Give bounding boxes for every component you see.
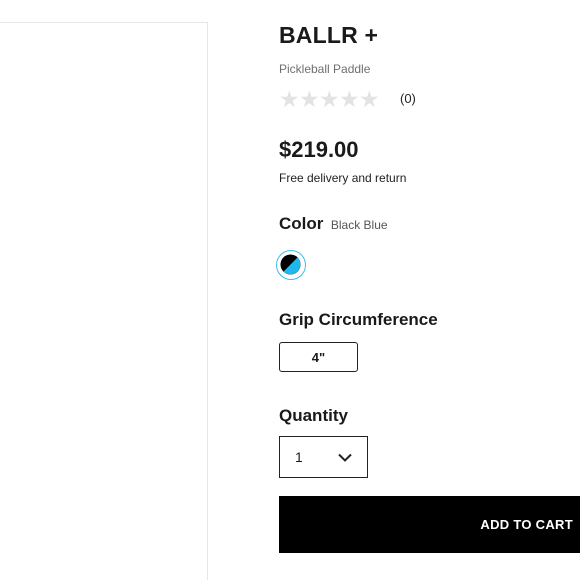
product-price: $219.00	[279, 137, 359, 162]
product-page: BALLR + Pickleball Paddle ★ ★ ★ ★ ★ (0) …	[0, 0, 580, 580]
quantity-select[interactable]: 1	[279, 436, 368, 478]
color-swatch-icon	[280, 254, 301, 275]
add-to-cart-button[interactable]: ADD TO CART	[279, 496, 580, 553]
chevron-down-icon	[338, 453, 352, 462]
delivery-note: Free delivery and return	[279, 171, 407, 185]
star-icon: ★	[279, 86, 300, 112]
rating-stars: ★ ★ ★ ★ ★	[279, 86, 380, 112]
review-count[interactable]: (0)	[400, 91, 416, 106]
quantity-value: 1	[295, 449, 303, 465]
quantity-label: Quantity	[279, 406, 348, 425]
product-image-gallery[interactable]	[0, 22, 208, 580]
product-title: BALLR +	[279, 22, 379, 48]
color-swatch-black-blue[interactable]	[276, 250, 306, 280]
star-icon: ★	[359, 86, 380, 112]
color-heading: Color Black Blue	[279, 214, 388, 234]
selected-color-name: Black Blue	[330, 218, 388, 232]
star-icon: ★	[299, 86, 320, 112]
product-subtitle: Pickleball Paddle	[279, 62, 371, 76]
grip-circumference-label: Grip Circumference	[279, 310, 438, 329]
color-label: Color	[279, 214, 324, 233]
star-icon: ★	[339, 86, 360, 112]
grip-option-4in[interactable]: 4"	[279, 342, 358, 372]
star-icon: ★	[319, 86, 340, 112]
